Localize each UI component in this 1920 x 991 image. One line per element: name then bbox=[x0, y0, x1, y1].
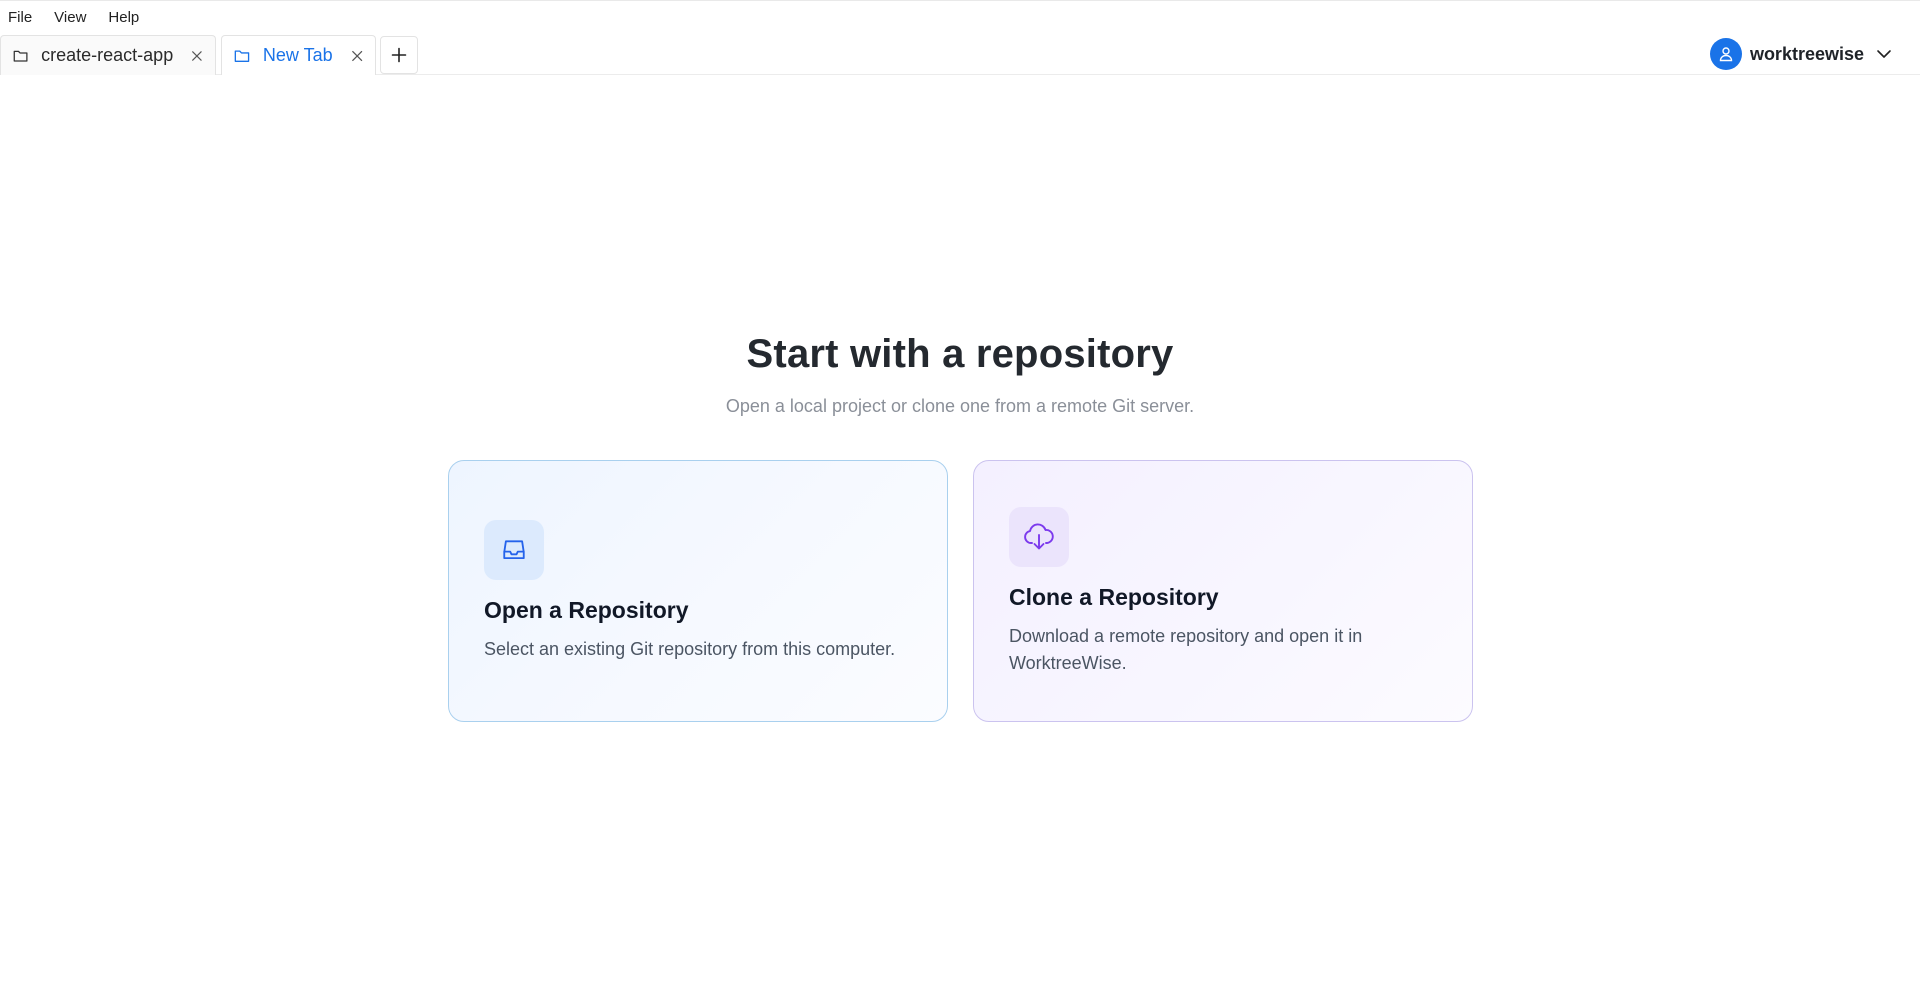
new-tab-button[interactable] bbox=[380, 36, 418, 74]
open-repository-card[interactable]: Open a Repository Select an existing Git… bbox=[448, 460, 948, 722]
card-icon-container bbox=[1009, 507, 1069, 567]
tab-create-react-app[interactable]: create-react-app bbox=[0, 35, 216, 75]
cloud-download-icon bbox=[1024, 523, 1054, 550]
tab-label: create-react-app bbox=[41, 45, 174, 65]
close-icon[interactable] bbox=[351, 49, 363, 63]
username: worktreewise bbox=[1749, 43, 1864, 64]
menu-view[interactable]: View bbox=[50, 1, 90, 34]
tab-bar: create-react-app New Tab worktreewise bbox=[0, 33, 1920, 75]
card-description: Download a remote repository and open it… bbox=[1009, 626, 1363, 673]
page-title: Start with a repository bbox=[746, 332, 1174, 376]
menu-help[interactable]: Help bbox=[104, 1, 143, 34]
inbox-icon bbox=[503, 540, 525, 560]
card-title: Open a Repository bbox=[484, 597, 689, 623]
chevron-down-icon bbox=[1877, 50, 1891, 58]
clone-repository-card[interactable]: Clone a Repository Download a remote rep… bbox=[973, 460, 1473, 722]
menu-file[interactable]: File bbox=[4, 1, 36, 34]
avatar bbox=[1709, 38, 1742, 70]
close-icon[interactable] bbox=[191, 49, 203, 63]
tab-label: New Tab bbox=[262, 45, 333, 65]
folder-icon bbox=[13, 50, 28, 62]
user-menu[interactable]: worktreewise bbox=[1709, 37, 1892, 71]
tab-new-tab[interactable]: New Tab bbox=[221, 35, 376, 75]
card-title: Clone a Repository bbox=[1009, 584, 1219, 610]
folder-icon bbox=[234, 49, 250, 62]
user-icon bbox=[1719, 47, 1733, 62]
card-icon-container bbox=[484, 520, 544, 580]
menu-bar: File View Help bbox=[0, 0, 1920, 33]
page-subtitle: Open a local project or clone one from a… bbox=[725, 396, 1195, 416]
plus-icon bbox=[391, 47, 407, 63]
card-description: Select an existing Git repository from t… bbox=[484, 639, 896, 659]
